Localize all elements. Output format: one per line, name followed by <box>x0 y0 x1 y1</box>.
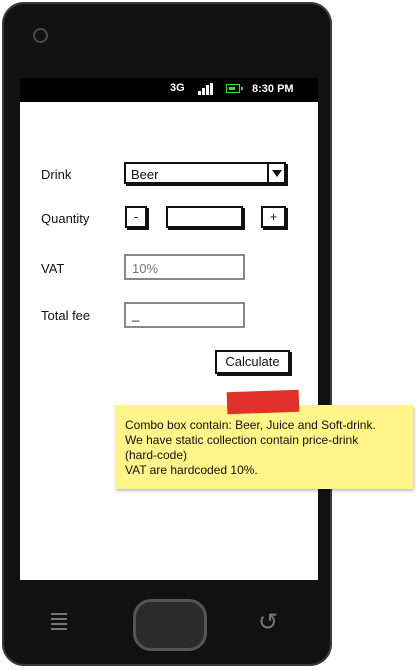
drink-label: Drink <box>41 167 72 182</box>
drink-select-value: Beer <box>131 167 159 182</box>
vat-field: 10% <box>124 254 245 280</box>
note-line: VAT are hardcoded 10%. <box>125 463 258 477</box>
note-text: Combo box contain: Beer, Juice and Soft-… <box>125 418 376 478</box>
home-button-icon[interactable] <box>133 599 207 651</box>
sticky-note: Combo box contain: Beer, Juice and Soft-… <box>115 389 413 489</box>
phone-frame: 3G 8:30 PM Drink Beer Quantity - + VAT 1… <box>2 2 332 666</box>
chevron-down-icon[interactable] <box>267 164 284 182</box>
menu-icon[interactable] <box>49 611 69 631</box>
camera-icon <box>33 28 48 43</box>
network-indicator: 3G <box>170 82 185 94</box>
signal-icon <box>198 83 214 95</box>
vat-value: 10% <box>132 261 159 276</box>
decrement-button[interactable]: - <box>125 206 147 228</box>
quantity-input[interactable] <box>166 206 243 228</box>
note-line: We have static collection contain price-… <box>125 433 359 447</box>
back-icon[interactable]: ↺ <box>258 608 278 636</box>
increment-button[interactable]: + <box>261 206 286 228</box>
quantity-label: Quantity <box>41 211 90 226</box>
total-fee-value: _ <box>132 307 140 322</box>
note-line: (hard-code) <box>125 448 188 462</box>
status-time: 8:30 PM <box>252 83 294 95</box>
note-line: Combo box contain: Beer, Juice and Soft-… <box>125 418 376 432</box>
phone-screen: 3G 8:30 PM Drink Beer Quantity - + VAT 1… <box>20 78 318 580</box>
total-fee-label: Total fee <box>41 308 91 323</box>
note-tape <box>226 389 300 415</box>
battery-icon <box>226 84 243 93</box>
total-fee-field: _ <box>124 302 245 328</box>
status-bar: 3G 8:30 PM <box>20 78 318 102</box>
drink-select[interactable]: Beer <box>124 162 286 184</box>
calculate-button[interactable]: Calculate <box>215 350 290 374</box>
vat-label: VAT <box>41 261 65 276</box>
